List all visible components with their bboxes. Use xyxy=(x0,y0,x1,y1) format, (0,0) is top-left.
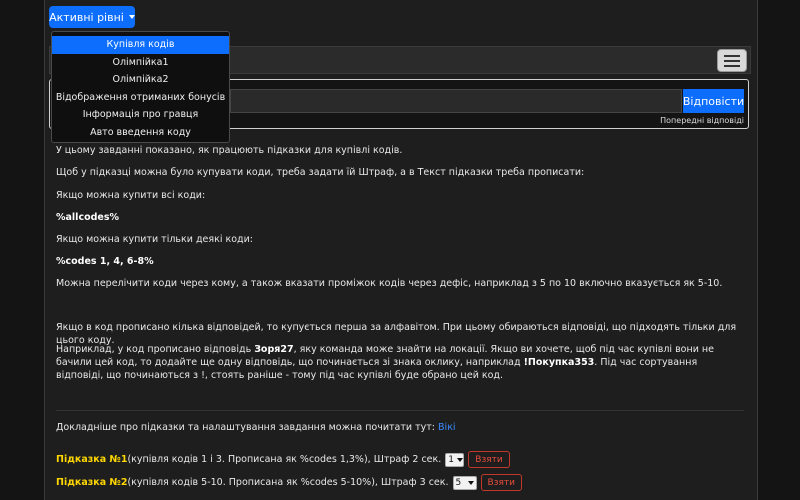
hamburger-icon-line xyxy=(724,54,740,57)
hint-count-value: 5 xyxy=(455,477,462,488)
hint-title: Підказка №1 xyxy=(56,454,128,465)
wiki-link[interactable]: Вікі xyxy=(438,422,456,433)
hint-row: Підказка №1 (купівля кодів 1 і 3. Пропис… xyxy=(56,451,510,468)
take-hint-button[interactable]: Взяти xyxy=(468,451,510,468)
more-info: Докладніше про підказки та налаштування … xyxy=(56,421,746,434)
hint-title: Підказка №2 xyxy=(56,477,128,488)
example-text: Наприклад, у код прописано відповідь xyxy=(56,344,255,355)
task-paragraph: Якщо можна купити тільки деякі коди: xyxy=(56,234,253,245)
example-answer-excl: !Покупка353 xyxy=(523,357,595,368)
caret-down-icon xyxy=(128,15,135,19)
take-hint-button[interactable]: Взяти xyxy=(480,474,522,491)
levels-dropdown-menu: Купівля кодів Олімпійка1 Олімпійка2 Відо… xyxy=(51,31,230,143)
menu-item-bonus-display[interactable]: Відображення отриманих бонусів xyxy=(52,89,229,107)
answer-submit-button[interactable]: Відповісти xyxy=(683,89,744,113)
task-paragraph: Щоб у підказці можна було купувати коди,… xyxy=(56,167,585,178)
hint-count-value: 1 xyxy=(448,454,455,465)
answer-input[interactable] xyxy=(230,89,682,113)
divider xyxy=(56,410,744,411)
hint-description: (купівля кодів 1 і 3. Прописана як %code… xyxy=(127,454,442,465)
code-example-some: %codes 1, 4, 6-8% xyxy=(56,255,746,268)
previous-answers-link[interactable]: Попередні відповіді xyxy=(660,116,744,125)
active-levels-label: Активні рівні xyxy=(49,10,124,24)
example-answer: Зоря27 xyxy=(254,344,294,355)
hint-row: Підказка №2 (купівля кодів 5-10. Прописа… xyxy=(56,474,522,491)
code-example-all-text: %allcodes% xyxy=(56,212,120,223)
task-paragraph: Можна перелічити коди через кому, а тако… xyxy=(56,278,723,289)
hint-description: (купівля кодів 5-10. Прописана як %codes… xyxy=(127,477,449,488)
menu-item-code-purchase[interactable]: Купівля кодів xyxy=(52,36,229,54)
menu-item-olympic2[interactable]: Олімпійка2 xyxy=(52,71,229,89)
active-levels-dropdown-button[interactable]: Активні рівні xyxy=(49,6,135,28)
code-example-all: %allcodes% xyxy=(56,211,746,224)
menu-item-auto-code[interactable]: Авто введення коду xyxy=(52,124,229,142)
select-arrow-icon xyxy=(467,480,474,485)
hint-count-select[interactable]: 1 xyxy=(445,452,465,467)
task-paragraph: Якщо можна купити всі коди: xyxy=(56,190,206,201)
code-example-some-text: %codes 1, 4, 6-8% xyxy=(56,256,154,267)
menu-toggle-button[interactable] xyxy=(717,49,747,72)
task-paragraph-example: Наприклад, у код прописано відповідь Зор… xyxy=(56,343,746,382)
menu-item-player-info[interactable]: Інформація про гравця xyxy=(52,106,229,124)
menu-item-olympic1[interactable]: Олімпійка1 xyxy=(52,54,229,72)
hamburger-icon-line xyxy=(724,64,740,67)
hamburger-icon-line xyxy=(724,59,740,62)
select-arrow-icon xyxy=(457,457,464,462)
task-paragraph: У цьому завданні показано, як працюють п… xyxy=(56,145,403,156)
hint-count-select[interactable]: 5 xyxy=(452,475,477,490)
more-info-text: Докладніше про підказки та налаштування … xyxy=(56,422,439,433)
